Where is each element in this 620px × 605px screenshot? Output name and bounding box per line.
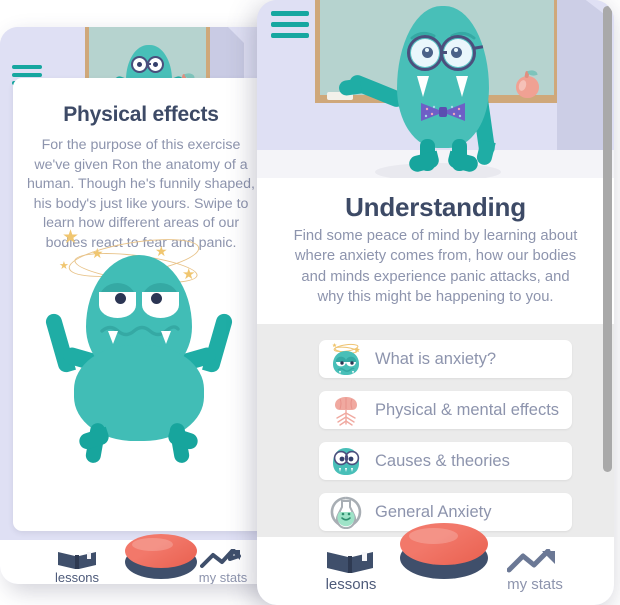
lesson-list-item-label: General Anxiety (375, 502, 492, 521)
lesson-list-item[interactable]: Physical & mental effects (319, 391, 572, 429)
right-card-title: Understanding (345, 192, 526, 222)
right-content-card: Understanding Find some peace of mind by… (257, 178, 614, 324)
left-panic-button[interactable] (125, 534, 197, 582)
dizzy-tooth-right (161, 331, 171, 344)
right-lessons-list: What is anxiety? Physical & mental effec… (257, 324, 614, 537)
monster-glasses-bridge (442, 51, 447, 54)
panic-button-gloss (408, 528, 459, 544)
right-lessons-open-book-icon[interactable] (326, 548, 374, 574)
left-my-stats-label[interactable]: my stats (188, 570, 258, 584)
monster-tooth-left (417, 76, 429, 97)
dizzy-star: ★ (62, 227, 80, 248)
right-card-body: Find some peace of mind by learning abou… (293, 228, 578, 306)
left-my-stats-trend-arrow-icon[interactable] (200, 548, 242, 569)
lesson-list-item[interactable]: Causes & theories (319, 442, 572, 480)
right-panic-button[interactable] (400, 523, 488, 581)
right-hamburger-menu-icon[interactable] (271, 11, 309, 38)
lesson-list-item[interactable]: What is anxiety? (319, 340, 572, 378)
hamburger-bar (12, 65, 42, 69)
left-bottom-nav: lessons my stats (0, 534, 280, 584)
left-card-title: Physical effects (63, 103, 219, 126)
left-content-card: Physical effects For the purpose of this… (13, 78, 269, 531)
monster-bowtie (421, 101, 465, 123)
monster-glasses-left (407, 35, 443, 71)
right-apple-icon (516, 76, 539, 98)
dizzy-foot-right (166, 426, 200, 452)
screenshot-root: Physical effects For the purpose of this… (0, 0, 620, 605)
right-lessons-label[interactable]: lessons (311, 576, 391, 593)
dizzy-star: ★ (155, 243, 168, 259)
monster-foot-right (446, 150, 480, 174)
glasses-monster-icon (329, 444, 363, 478)
hamburger-bar (271, 33, 309, 38)
hamburger-bar (12, 73, 42, 77)
flask-smiley-icon (329, 495, 363, 530)
monster-glasses-bridge (146, 63, 151, 65)
right-bottom-nav: lessons my stats (257, 523, 614, 605)
dizzy-star: ★ (59, 260, 69, 272)
left-dizzy-monster-illustration: ★ ★ ★ ★ ★ ★ (44, 228, 236, 493)
dizzy-monster-icon (329, 342, 363, 376)
right-vertical-scrollbar[interactable] (603, 6, 612, 472)
dizzy-pupil-left (115, 293, 126, 304)
left-lessons-label[interactable]: lessons (42, 570, 112, 584)
panic-button-gloss (132, 538, 173, 551)
right-my-stats-label[interactable]: my stats (495, 576, 575, 593)
dizzy-star: ★ (91, 245, 104, 261)
monster-foot-left (407, 150, 441, 174)
dizzy-star: ★ (182, 266, 196, 283)
phone-right-screen: Understanding Find some peace of mind by… (257, 0, 614, 605)
monster-tooth-right (456, 76, 468, 97)
lesson-list-item-label: Causes & theories (375, 451, 510, 470)
lesson-list-item-label: Physical & mental effects (375, 400, 560, 419)
hamburger-bar (271, 22, 309, 27)
right-teacher-monster-icon (338, 6, 496, 184)
monster-tail-tip (338, 78, 362, 97)
lesson-list-item-label: What is anxiety? (375, 349, 497, 368)
right-classroom-scene (257, 0, 614, 190)
dizzy-pupil-right (151, 293, 162, 304)
right-my-stats-trend-arrow-icon[interactable] (506, 548, 559, 574)
apple-shine (517, 79, 528, 92)
hamburger-bar (271, 11, 309, 16)
phone-left-screen: Physical effects For the purpose of this… (0, 27, 280, 584)
brain-icon (329, 393, 363, 427)
dizzy-tooth-left (108, 331, 118, 344)
left-lessons-open-book-icon[interactable] (57, 549, 97, 569)
